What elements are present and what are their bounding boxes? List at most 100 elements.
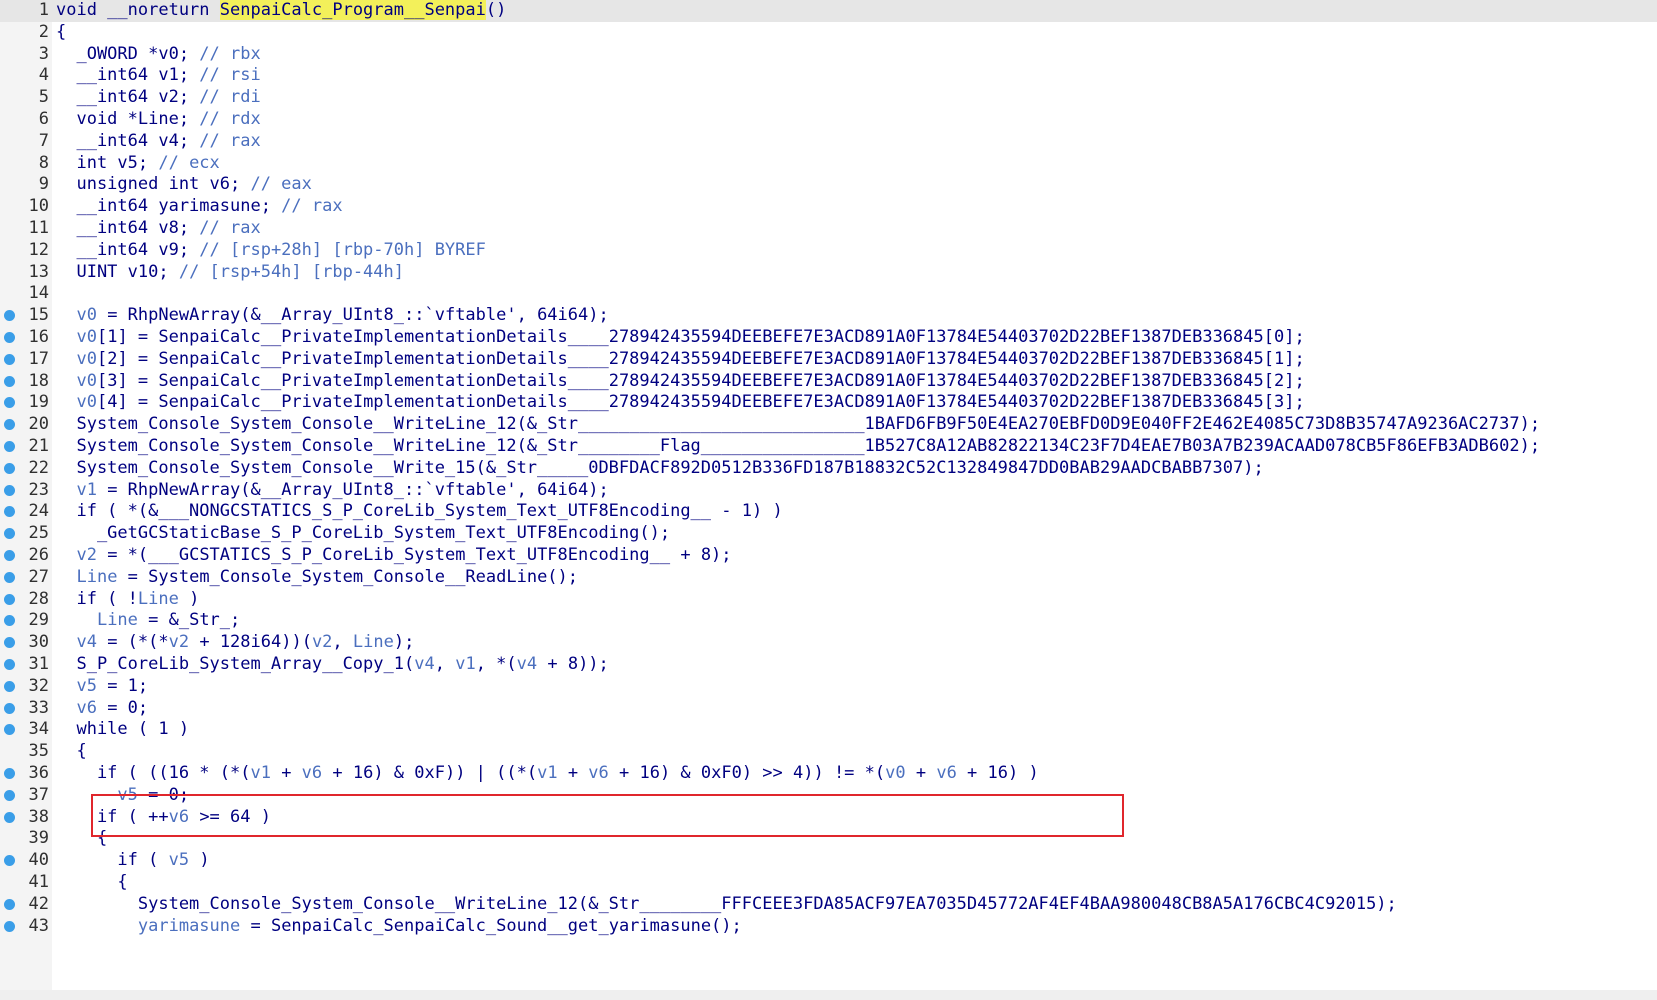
- code-line[interactable]: 17 v0[2] = SenpaiCalc__PrivateImplementa…: [0, 348, 1657, 371]
- code-variable[interactable]: v1: [455, 654, 475, 674]
- code-text: v5 = 1;: [56, 675, 148, 698]
- code-line[interactable]: 43 yarimasune = SenpaiCalc_SenpaiCalc_So…: [0, 915, 1657, 938]
- line-number: 23: [28, 479, 49, 500]
- code-variable[interactable]: v0: [76, 371, 96, 391]
- code-line[interactable]: 31 S_P_CoreLib_System_Array__Copy_1(v4, …: [0, 653, 1657, 676]
- code-token: if ( ((16 * (*(: [56, 763, 251, 783]
- code-line[interactable]: 4 __int64 v1; // rsi: [0, 64, 1657, 87]
- code-variable[interactable]: v6: [76, 698, 96, 718]
- code-line[interactable]: 20 System_Console_System_Console__WriteL…: [0, 413, 1657, 436]
- code-line[interactable]: 22 System_Console_System_Console__Write_…: [0, 457, 1657, 480]
- code-text: __int64 v2; // rdi: [56, 86, 260, 109]
- code-comment: // rsi: [199, 65, 261, 86]
- code-line[interactable]: 30 v4 = (*(*v2 + 128i64))(v2, Line);: [0, 631, 1657, 654]
- code-line[interactable]: 40 if ( v5 ): [0, 849, 1657, 872]
- code-line[interactable]: 18 v0[3] = SenpaiCalc__PrivateImplementa…: [0, 370, 1657, 393]
- code-line[interactable]: 25 _GetGCStaticBase_S_P_CoreLib_System_T…: [0, 522, 1657, 545]
- code-token: +: [270, 763, 302, 783]
- code-line[interactable]: 1 void __noreturn SenpaiCalc_Program__Sen…: [0, 0, 1657, 22]
- line-number: 4: [38, 65, 49, 86]
- code-line[interactable]: 23 v1 = RhpNewArray(&__Array_UInt8_::`vf…: [0, 479, 1657, 502]
- code-text: Line = System_Console_System_Console__Re…: [56, 566, 578, 589]
- code-line[interactable]: 8 int v5; // ecx: [0, 152, 1657, 175]
- horizontal-scrollbar[interactable]: [0, 990, 1657, 1000]
- code-line[interactable]: 7 __int64 v4; // rax: [0, 130, 1657, 153]
- code-variable[interactable]: yarimasune: [138, 916, 240, 936]
- code-text: __int64 v1; // rsi: [56, 64, 261, 87]
- code-variable[interactable]: Line: [76, 567, 117, 587]
- code-line[interactable]: 33 v6 = 0;: [0, 697, 1657, 720]
- code-line[interactable]: 27 Line = System_Console_System_Console_…: [0, 566, 1657, 589]
- code-line[interactable]: 32 v5 = 1;: [0, 675, 1657, 698]
- code-line[interactable]: 19 v0[4] = SenpaiCalc__PrivateImplementa…: [0, 391, 1657, 414]
- line-number: 33: [28, 697, 49, 718]
- code-token: = (*(*: [96, 632, 169, 653]
- code-line[interactable]: 42 System_Console_System_Console__WriteL…: [0, 893, 1657, 916]
- code-variable[interactable]: v6: [936, 763, 956, 783]
- code-line[interactable]: 5 __int64 v2; // rdi: [0, 86, 1657, 109]
- code-variable[interactable]: v5: [169, 850, 189, 870]
- highlighted-identifier[interactable]: SenpaiCalc_Program__Senpai: [219, 0, 486, 20]
- code-line[interactable]: 41 {: [0, 871, 1657, 894]
- code-line[interactable]: 15 v0 = RhpNewArray(&__Array_UInt8_::`vf…: [0, 304, 1657, 327]
- line-number: 43: [28, 915, 49, 936]
- code-line[interactable]: 36 if ( ((16 * (*(v1 + v6 + 16) & 0xF)) …: [0, 762, 1657, 785]
- pseudocode-view[interactable]: 1 void __noreturn SenpaiCalc_Program__Sen…: [0, 0, 1657, 1000]
- code-line[interactable]: 29 Line = &_Str_;: [0, 609, 1657, 632]
- code-text: _GetGCStaticBase_S_P_CoreLib_System_Text…: [56, 522, 670, 545]
- code-variable[interactable]: v4: [76, 632, 96, 652]
- code-variable[interactable]: Line: [97, 610, 138, 630]
- code-variable[interactable]: v2: [76, 545, 96, 565]
- code-line[interactable]: 13 UINT v10; // [rsp+54h] [rbp-44h]: [0, 261, 1657, 284]
- code-variable[interactable]: Line: [353, 632, 394, 652]
- code-variable[interactable]: v2: [169, 632, 189, 652]
- code-line[interactable]: 16 v0[1] = SenpaiCalc__PrivateImplementa…: [0, 326, 1657, 349]
- code-line[interactable]: 6 void *Line; // rdx: [0, 108, 1657, 131]
- code-token: = &_Str_;: [137, 610, 241, 631]
- code-token: System_Console_System_Console__WriteLine…: [56, 436, 1541, 456]
- code-line[interactable]: 14: [0, 282, 1657, 305]
- code-variable[interactable]: v4: [414, 654, 434, 674]
- line-number: 20: [28, 414, 49, 435]
- code-variable[interactable]: v0: [885, 763, 905, 783]
- code-line[interactable]: 11 __int64 v8; // rax: [0, 217, 1657, 240]
- code-token: ,: [434, 654, 456, 674]
- code-variable[interactable]: v1: [76, 480, 96, 500]
- code-variable[interactable]: v0: [76, 327, 96, 347]
- code-variable[interactable]: v2: [312, 632, 332, 652]
- line-number: 42: [28, 893, 49, 914]
- code-token: , *(: [475, 654, 517, 674]
- code-token: [2] = SenpaiCalc__PrivateImplementationD…: [96, 348, 1305, 369]
- code-variable[interactable]: v4: [517, 654, 537, 674]
- annotation-box: [91, 794, 1124, 837]
- line-number: 36: [28, 763, 49, 783]
- code-variable[interactable]: v0: [76, 305, 96, 325]
- code-text: __int64 v8; // rax: [56, 217, 260, 240]
- code-token: (): [485, 0, 507, 20]
- code-line[interactable]: 3 _OWORD *v0; // rbx: [0, 43, 1657, 66]
- code-line[interactable]: 12 __int64 v9; // [rsp+28h] [rbp-70h] BY…: [0, 239, 1657, 262]
- code-line[interactable]: 2{: [0, 21, 1657, 44]
- code-variable[interactable]: v6: [588, 763, 608, 783]
- code-variable[interactable]: v0: [76, 392, 96, 412]
- code-line[interactable]: 24 if ( *(&___NONGCSTATICS_S_P_CoreLib_S…: [0, 500, 1657, 523]
- code-token: UINT v10;: [56, 261, 179, 282]
- code-variable[interactable]: v1: [250, 763, 270, 783]
- code-variable[interactable]: v1: [537, 763, 557, 783]
- code-line[interactable]: 26 v2 = *(___GCSTATICS_S_P_CoreLib_Syste…: [0, 544, 1657, 567]
- code-line[interactable]: 35 {: [0, 740, 1657, 763]
- code-text: __int64 yarimasune; // rax: [56, 195, 342, 218]
- code-line[interactable]: 10 __int64 yarimasune; // rax: [0, 195, 1657, 218]
- code-line[interactable]: 9 unsigned int v6; // eax: [0, 173, 1657, 196]
- code-line[interactable]: 21 System_Console_System_Console__WriteL…: [0, 435, 1657, 458]
- code-variable[interactable]: Line: [138, 589, 179, 609]
- line-number: 29: [28, 610, 49, 631]
- code-text: _OWORD *v0; // rbx: [56, 43, 260, 66]
- code-variable[interactable]: v0: [76, 349, 96, 369]
- line-number: 9: [38, 174, 49, 195]
- code-variable[interactable]: v6: [302, 763, 322, 783]
- code-line[interactable]: 28 if ( !Line ): [0, 588, 1657, 611]
- code-variable[interactable]: v5: [76, 676, 96, 696]
- code-line[interactable]: 34 while ( 1 ): [0, 718, 1657, 741]
- line-number: 41: [28, 872, 49, 892]
